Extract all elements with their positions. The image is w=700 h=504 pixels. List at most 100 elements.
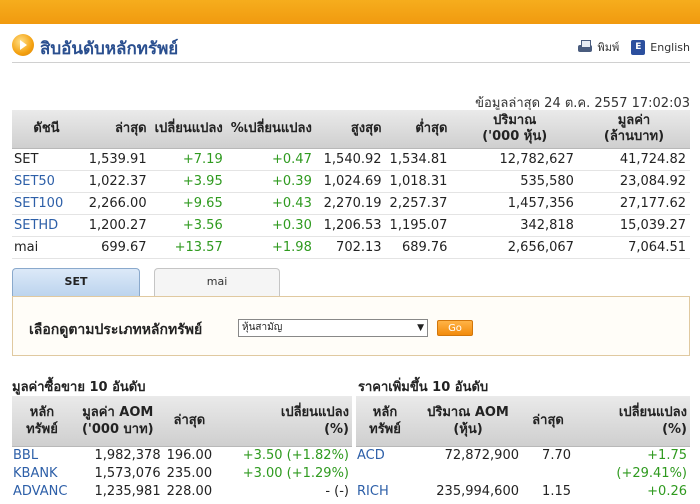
top-value-header: หลัก ทรัพย์ มูลค่า AOM ('000 บาท) ล่าสุด…	[12, 396, 352, 447]
index-pct: +0.39	[226, 170, 316, 193]
table-row: SET50 1,022.37 +3.95 +0.39 1,024.69 1,01…	[12, 170, 690, 193]
tab-set[interactable]: SET	[12, 268, 140, 296]
table-row: (+29.41%)	[356, 464, 690, 482]
index-value: 23,084.92	[577, 170, 690, 193]
index-value: 15,039.27	[577, 214, 690, 237]
table-row: ACD 72,872,900 7.70 +1.75	[356, 446, 690, 464]
market-tabs: SET mai	[12, 268, 690, 296]
col-volume-aom: ปริมาณ AOM (หุ้น)	[414, 396, 522, 447]
index-high: 1,540.92	[315, 148, 386, 171]
volume-aom: 235,994,600	[436, 483, 519, 499]
index-name: mai	[12, 236, 81, 259]
filter-label: เลือกดูตามประเภทหลักทรัพย์	[29, 322, 203, 338]
print-link[interactable]: พิมพ์	[598, 38, 620, 56]
index-low: 2,257.37	[385, 192, 452, 215]
index-value: 27,177.62	[577, 192, 690, 215]
index-link-sethd[interactable]: SETHD	[12, 214, 81, 237]
table-row: KBANK 1,573,076 235.00 +3.00 (+1.29%)	[12, 464, 352, 482]
arrow-bullet-icon	[12, 34, 34, 56]
header-tools: พิมพ์ E English	[577, 38, 690, 56]
index-last: 1,539.91	[80, 148, 151, 171]
index-high: 702.13	[315, 236, 386, 259]
index-change: +3.95	[150, 170, 227, 193]
page-header: สิบอันดับหลักทรัพย์ พิมพ์ E English	[12, 30, 690, 60]
change-pct: +3.50 (+1.82%)	[242, 447, 349, 463]
last-price: 235.00	[166, 465, 213, 481]
printer-icon[interactable]	[577, 40, 593, 54]
value-aom: 1,235,981	[94, 483, 161, 499]
change-pct: +3.00 (+1.29%)	[242, 465, 349, 481]
volume-aom: 72,872,900	[444, 447, 519, 463]
table-row: ADVANC 1,235,981 228.00 - (-)	[12, 482, 352, 500]
change-pct: (+29.41%)	[616, 465, 687, 481]
index-change: +13.57	[150, 236, 227, 259]
index-value: 7,064.51	[577, 236, 690, 259]
index-low: 1,195.07	[385, 214, 452, 237]
page-title: สิบอันดับหลักทรัพย์	[40, 39, 179, 59]
value-aom: 1,573,076	[94, 465, 161, 481]
table-row: RICH 235,994,600 1.15 +0.26	[356, 482, 690, 500]
col-change-pct: เปลี่ยนแปลง (%)	[574, 396, 690, 447]
col-index: ดัชนี	[12, 110, 81, 149]
tab-mai[interactable]: mai	[154, 268, 280, 296]
top-value-title: มูลค่าซื้อขาย 10 อันดับ	[12, 380, 146, 395]
security-link[interactable]: ACD	[356, 446, 414, 464]
index-volume: 342,818	[451, 214, 578, 237]
header-divider	[12, 62, 690, 63]
table-row: SET 1,539.91 +7.19 +0.47 1,540.92 1,534.…	[12, 148, 690, 171]
index-pct: +0.30	[226, 214, 316, 237]
table-row: SETHD 1,200.27 +3.56 +0.30 1,206.53 1,19…	[12, 214, 690, 237]
index-volume: 2,656,067	[451, 236, 578, 259]
col-security: หลัก ทรัพย์	[356, 396, 414, 447]
top-orange-bar	[0, 0, 700, 24]
index-low: 689.76	[385, 236, 452, 259]
security-link[interactable]: BBL	[12, 446, 72, 464]
col-value: มูลค่า (ล้านบาท)	[577, 110, 690, 149]
index-high: 1,024.69	[315, 170, 386, 193]
filter-panel: เลือกดูตามประเภทหลักทรัพย์ หุ้นสามัญ Go	[12, 296, 690, 356]
col-high: สูงสุด	[315, 110, 386, 149]
col-security: หลัก ทรัพย์	[12, 396, 72, 447]
go-button[interactable]: Go	[437, 320, 473, 336]
top-gainers-header: หลัก ทรัพย์ ปริมาณ AOM (หุ้น) ล่าสุด เปล…	[356, 396, 690, 447]
index-last: 2,266.00	[80, 192, 151, 215]
security-link[interactable]: ADVANC	[12, 482, 72, 500]
index-link-set50[interactable]: SET50	[12, 170, 81, 193]
security-link[interactable]: RICH	[356, 482, 414, 500]
index-change: +3.56	[150, 214, 227, 237]
col-last: ล่าสุด	[80, 110, 151, 149]
english-link[interactable]: English	[650, 41, 690, 54]
index-change: +7.19	[150, 148, 227, 171]
index-table: ดัชนี ล่าสุด เปลี่ยนแปลง %เปลี่ยนแปลง สู…	[12, 110, 690, 259]
col-value-aom: มูลค่า AOM ('000 บาท)	[71, 396, 164, 447]
index-value: 41,724.82	[577, 148, 690, 171]
index-name: SET	[12, 148, 81, 171]
index-change: +9.65	[150, 192, 227, 215]
index-low: 1,018.31	[385, 170, 452, 193]
index-volume: 535,580	[451, 170, 578, 193]
top-gainers-title: ราคาเพิ่มขึ้น 10 อันดับ	[358, 380, 489, 395]
language-icon[interactable]: E	[631, 39, 646, 55]
last-price: 1.15	[542, 483, 571, 499]
index-pct: +0.47	[226, 148, 316, 171]
security-type-select[interactable]: หุ้นสามัญ	[238, 319, 428, 337]
col-last: ล่าสุด	[522, 396, 574, 447]
table-row: BBL 1,982,378 196.00 +3.50 (+1.82%)	[12, 446, 352, 464]
col-volume: ปริมาณ ('000 หุ้น)	[451, 110, 578, 149]
index-high: 1,206.53	[315, 214, 386, 237]
security-link[interactable]: KBANK	[12, 464, 72, 482]
col-pct-change: %เปลี่ยนแปลง	[226, 110, 316, 149]
change-value: +0.26	[647, 483, 687, 499]
index-last: 1,200.27	[80, 214, 151, 237]
index-volume: 1,457,356	[451, 192, 578, 215]
top-value-table: หลัก ทรัพย์ มูลค่า AOM ('000 บาท) ล่าสุด…	[12, 396, 352, 500]
last-price: 196.00	[166, 447, 213, 463]
index-link-set100[interactable]: SET100	[12, 192, 81, 215]
col-change-pct: เปลี่ยนแปลง (%)	[215, 396, 352, 447]
col-last: ล่าสุด	[163, 396, 216, 447]
last-price: 7.70	[542, 447, 571, 463]
index-pct: +0.43	[226, 192, 316, 215]
value-aom: 1,982,378	[94, 447, 161, 463]
index-last: 1,022.37	[80, 170, 151, 193]
index-last: 699.67	[80, 236, 151, 259]
